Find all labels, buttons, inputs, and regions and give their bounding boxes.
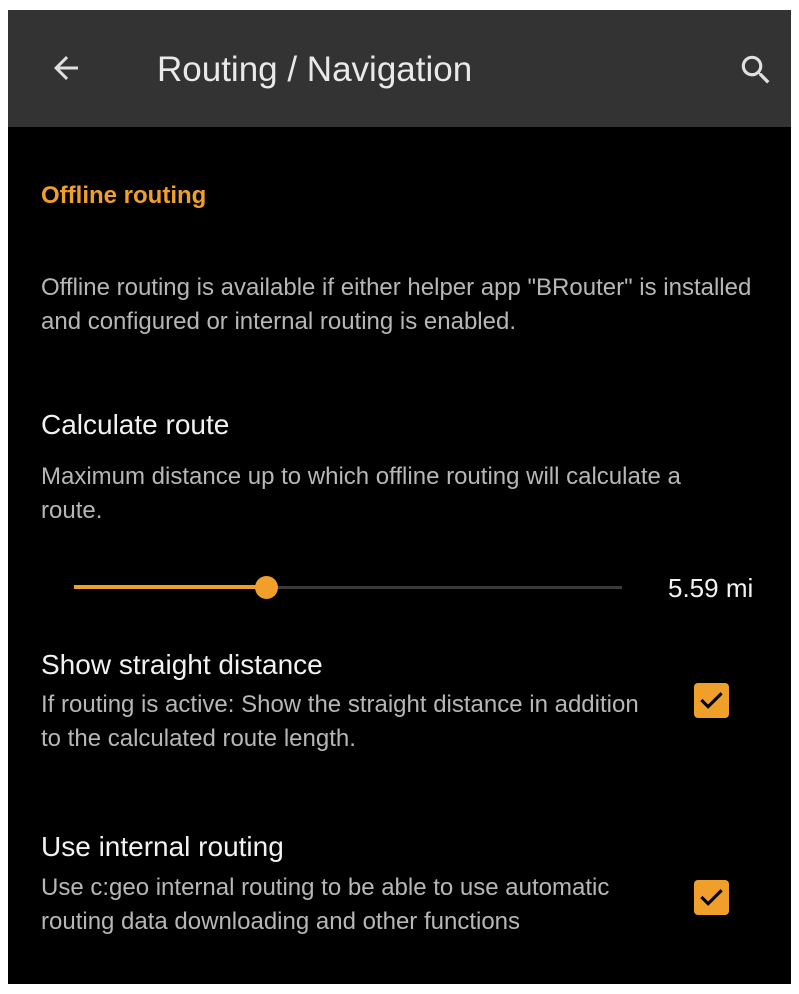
max-distance-slider[interactable] xyxy=(74,572,622,602)
use-internal-routing-title: Use internal routing xyxy=(41,831,284,862)
check-icon xyxy=(700,692,723,709)
calculate-route-summary: Maximum distance up to which offline rou… xyxy=(41,463,681,524)
use-internal-routing-summary: Use c:geo internal routing to be able to… xyxy=(41,874,610,935)
max-distance-value: 5.59 mi xyxy=(668,573,754,603)
arrow-back-icon xyxy=(54,56,78,80)
show-straight-distance-summary: If routing is active: Show the straight … xyxy=(41,691,639,752)
use-internal-routing-checkbox[interactable] xyxy=(694,880,729,915)
app-bar: Routing / Navigation xyxy=(8,10,791,127)
offline-routing-info: Offline routing is available if either h… xyxy=(41,274,752,335)
calculate-route-title: Calculate route xyxy=(41,409,230,440)
show-straight-distance-checkbox[interactable] xyxy=(694,683,729,718)
slider-fill xyxy=(74,585,266,589)
show-straight-distance-title: Show straight distance xyxy=(41,649,323,680)
search-icon xyxy=(741,55,770,84)
check-icon xyxy=(700,889,723,906)
settings-screen: Routing / Navigation Offline routing Off… xyxy=(8,10,791,984)
slider-thumb[interactable] xyxy=(255,576,278,599)
page-title: Routing / Navigation xyxy=(157,50,473,89)
search-button[interactable] xyxy=(734,48,778,92)
back-button[interactable] xyxy=(44,46,88,90)
section-header-offline-routing: Offline routing xyxy=(41,182,207,209)
